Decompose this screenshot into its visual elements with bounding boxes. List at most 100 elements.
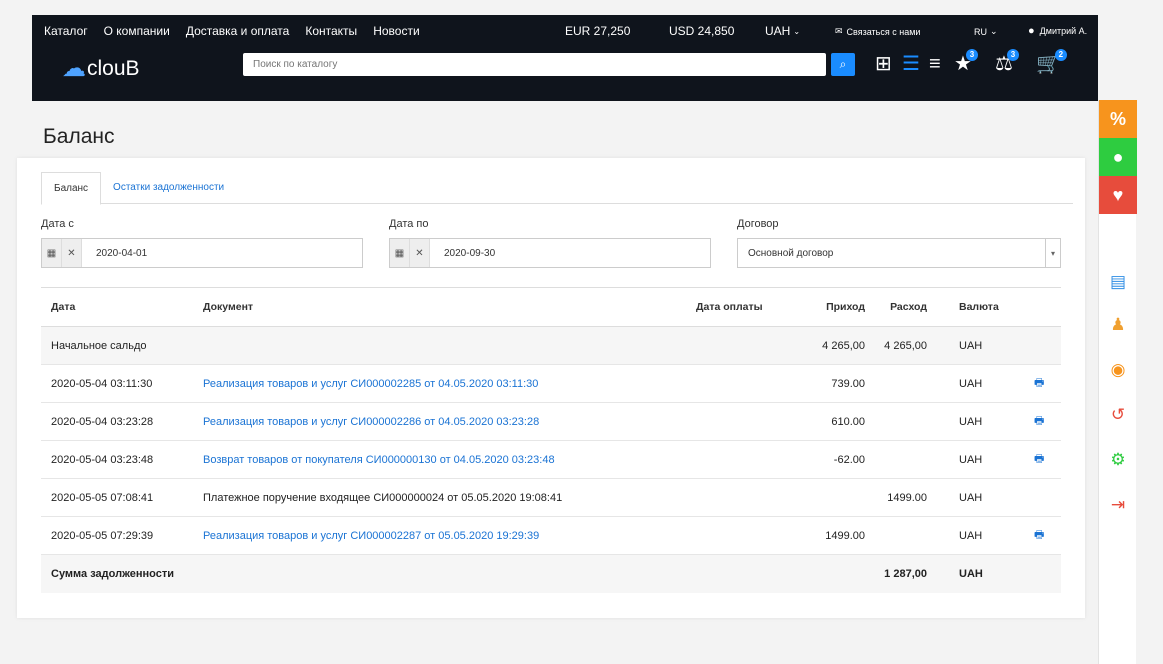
row-document: Платежное поручение входящее СИ000000024… <box>203 491 563 504</box>
row-currency: UAH <box>959 377 983 390</box>
search-input[interactable] <box>243 53 826 76</box>
row-in: 610.00 <box>831 415 865 428</box>
contact-link[interactable]: ✉ Связаться с нами <box>835 26 920 37</box>
date-to-label: Дата по <box>389 218 429 230</box>
clear-icon[interactable]: ✕ <box>62 239 82 267</box>
opening-currency: UAH <box>959 339 983 352</box>
user-icon[interactable]: ♟ <box>1099 315 1137 335</box>
cloud-icon: ☁ <box>62 55 86 82</box>
chevron-down-icon: ⌄ <box>990 26 998 36</box>
coins-icon[interactable]: ◉ <box>1099 360 1137 380</box>
print-icon[interactable]: 🖶 <box>1034 365 1044 402</box>
row-date: 2020-05-04 03:23:28 <box>51 415 154 428</box>
avatar: ● <box>1028 25 1035 37</box>
table-header: Дата Документ Дата оплаты Приход Расход … <box>41 287 1061 327</box>
date-from-label: Дата с <box>41 218 74 230</box>
date-to-field[interactable]: ▦ ✕ 2020-09-30 <box>389 238 711 268</box>
contract-select[interactable]: Основной договор ▾ <box>737 238 1061 268</box>
search-box <box>243 53 826 76</box>
date-from-field[interactable]: ▦ ✕ 2020-04-01 <box>41 238 363 268</box>
logout-icon[interactable]: ⇥ <box>1099 495 1137 515</box>
print-icon[interactable]: 🖶 <box>1034 441 1044 478</box>
opening-balance-row: Начальное сальдо 4 265,00 4 265,00 UAH <box>41 327 1061 365</box>
top-nav: Каталог О компании Доставка и оплата Кон… <box>44 24 436 38</box>
compare-badge: 3 <box>1006 49 1019 61</box>
search-icon: ⌕ <box>839 57 847 71</box>
logo[interactable]: ☁ clouB <box>62 54 140 83</box>
compare-icon[interactable]: ⚖ 3 <box>995 49 1019 77</box>
total-currency: UAH <box>959 568 983 580</box>
list-view-icon[interactable]: ☰ <box>902 51 920 77</box>
col-document[interactable]: Документ <box>203 288 253 326</box>
clear-icon[interactable]: ✕ <box>410 239 430 267</box>
tab-bar: Баланс Остатки задолженности <box>41 172 1073 205</box>
balance-table: Дата Документ Дата оплаты Приход Расход … <box>41 287 1061 593</box>
table-row: 2020-05-04 03:23:28 Реализация товаров и… <box>41 403 1061 441</box>
total-row: Сумма задолженности 1 287,00 UAH <box>41 555 1061 593</box>
print-icon[interactable]: 🖶 <box>1034 403 1044 440</box>
right-sidebar: % ● ♥ ▤ ♟ ◉ ↺ ⚙ ⇥ <box>1098 100 1137 664</box>
document-icon[interactable]: ▤ <box>1099 272 1137 292</box>
search-button[interactable]: ⌕ <box>831 53 855 76</box>
settings-icon[interactable]: ⚙ <box>1099 450 1137 470</box>
nav-contacts[interactable]: Контакты <box>305 24 357 38</box>
heart-icon[interactable]: ♥ <box>1099 176 1137 214</box>
table-row: 2020-05-05 07:29:39 Реализация товаров и… <box>41 517 1061 555</box>
nav-catalog[interactable]: Каталог <box>44 24 88 38</box>
favorites-badge: 3 <box>965 49 978 61</box>
lang-select[interactable]: RU ⌄ <box>974 26 998 37</box>
envelope-icon: ✉ <box>835 26 843 36</box>
nav-news[interactable]: Новости <box>373 24 419 38</box>
table-row: 2020-05-05 07:08:41 Платежное поручение … <box>41 479 1061 517</box>
col-date[interactable]: Дата <box>51 288 75 326</box>
calendar-icon[interactable]: ▦ <box>390 239 410 267</box>
row-date: 2020-05-05 07:29:39 <box>51 529 154 542</box>
col-currency[interactable]: Валюта <box>959 288 999 326</box>
user-name: Дмитрий А. <box>1039 26 1088 36</box>
site-header: Каталог О компании Доставка и оплата Кон… <box>32 15 1098 101</box>
new-icon[interactable]: ● <box>1099 138 1137 176</box>
chevron-down-icon: ⌄ <box>793 26 801 36</box>
favorites-icon[interactable]: ★ 3 <box>954 49 978 77</box>
row-out: 1499.00 <box>887 491 927 504</box>
row-in: 1499.00 <box>825 529 865 542</box>
menu-icon[interactable]: ≡ <box>929 51 941 77</box>
table-row: 2020-05-04 03:23:48 Возврат товаров от п… <box>41 441 1061 479</box>
print-icon[interactable]: 🖶 <box>1034 517 1044 554</box>
col-expense[interactable]: Расход <box>890 288 927 326</box>
history-icon[interactable]: ↺ <box>1099 405 1137 425</box>
contract-value: Основной договор <box>748 247 834 259</box>
cart-badge: 2 <box>1054 49 1067 61</box>
row-document-link[interactable]: Возврат товаров от покупателя СИ00000013… <box>203 441 555 478</box>
row-currency: UAH <box>959 529 983 542</box>
nav-about[interactable]: О компании <box>104 24 170 38</box>
currency-select[interactable]: UAH ⌄ <box>765 24 800 38</box>
row-in: 739.00 <box>831 377 865 390</box>
grid-view-icon[interactable]: ⊞ <box>875 51 892 77</box>
row-date: 2020-05-04 03:11:30 <box>51 377 153 390</box>
opening-label: Начальное сальдо <box>51 339 147 352</box>
row-currency: UAH <box>959 453 983 466</box>
col-income[interactable]: Приход <box>826 288 865 326</box>
row-currency: UAH <box>959 491 983 504</box>
nav-delivery[interactable]: Доставка и оплата <box>186 24 290 38</box>
row-document-link[interactable]: Реализация товаров и услуг СИ000002285 о… <box>203 365 538 402</box>
calendar-icon[interactable]: ▦ <box>42 239 62 267</box>
row-document-link[interactable]: Реализация товаров и услуг СИ000002286 о… <box>203 403 539 440</box>
opening-in: 4 265,00 <box>822 339 865 352</box>
tab-debt-balances[interactable]: Остатки задолженности <box>101 172 236 203</box>
lang-value: RU <box>974 26 987 37</box>
row-date: 2020-05-04 03:23:48 <box>51 453 154 466</box>
usd-rate: USD 24,850 <box>669 24 735 38</box>
opening-out: 4 265,00 <box>884 339 927 352</box>
tab-balance[interactable]: Баланс <box>41 172 102 205</box>
row-document-link[interactable]: Реализация товаров и услуг СИ000002287 о… <box>203 517 539 554</box>
page-title: Баланс <box>43 125 115 148</box>
total-label: Сумма задолженности <box>51 568 174 580</box>
user-menu[interactable]: ● Дмитрий А. <box>1028 25 1087 37</box>
row-in: -62.00 <box>833 453 865 466</box>
cart-icon[interactable]: 🛒 2 <box>1036 49 1067 77</box>
row-date: 2020-05-05 07:08:41 <box>51 491 154 504</box>
discount-icon[interactable]: % <box>1099 100 1137 138</box>
col-payment-date[interactable]: Дата оплаты <box>696 288 763 326</box>
